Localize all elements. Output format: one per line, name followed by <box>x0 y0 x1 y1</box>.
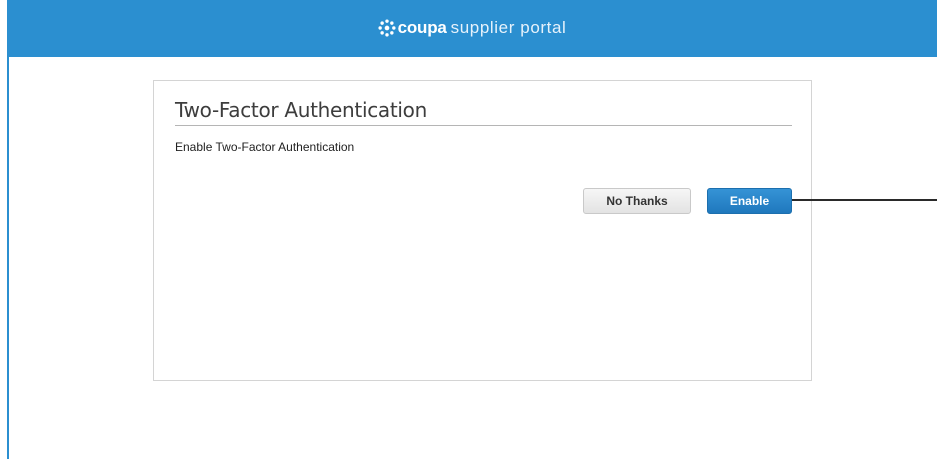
brand-suffix: supplier portal <box>450 18 567 37</box>
two-factor-dialog: Two-Factor Authentication Enable Two-Fac… <box>153 80 812 381</box>
header-bar: coupa supplier portal <box>7 0 937 57</box>
enable-button[interactable]: Enable <box>707 188 792 214</box>
coupa-sunburst-logo-icon <box>378 19 396 37</box>
callout-pointer-line <box>792 199 937 201</box>
brand-logo: coupa supplier portal <box>7 17 937 39</box>
brand-name: coupa <box>397 18 447 37</box>
left-border-rule <box>7 57 9 459</box>
no-thanks-button[interactable]: No Thanks <box>583 188 691 214</box>
dialog-title: Two-Factor Authentication <box>175 96 792 126</box>
page: coupa supplier portal Two-Factor Authenti… <box>0 0 937 459</box>
dialog-description: Enable Two-Factor Authentication <box>175 140 355 154</box>
